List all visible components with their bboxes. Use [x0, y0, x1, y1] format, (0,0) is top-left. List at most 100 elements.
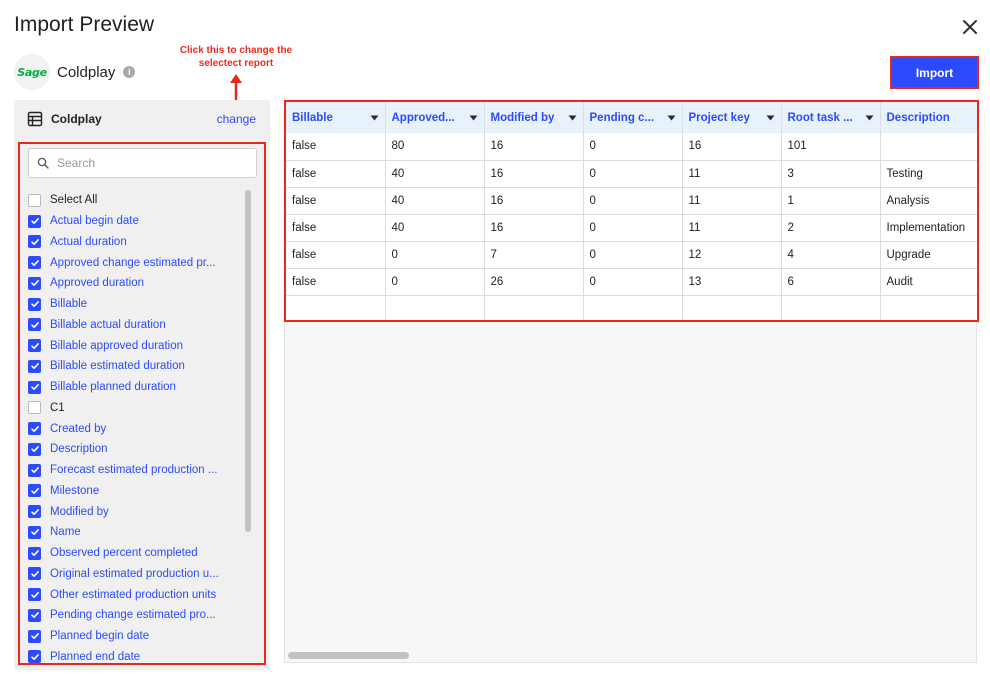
- table-cell[interactable]: [880, 133, 977, 161]
- field-item[interactable]: Created by: [28, 418, 243, 439]
- checkbox-checked[interactable]: [28, 442, 41, 456]
- field-item[interactable]: Select All: [28, 190, 243, 211]
- field-item[interactable]: Billable actual duration: [28, 315, 243, 336]
- scrollbar-thumb[interactable]: [245, 190, 251, 532]
- field-item[interactable]: Name: [28, 522, 243, 543]
- table-cell[interactable]: 12: [682, 241, 782, 269]
- field-item[interactable]: Milestone: [28, 481, 243, 502]
- field-item[interactable]: Actual begin date: [28, 211, 243, 232]
- checkbox-checked[interactable]: [28, 297, 41, 311]
- info-icon[interactable]: i: [123, 66, 136, 78]
- table-cell[interactable]: 40: [385, 214, 485, 242]
- checkbox-checked[interactable]: [28, 629, 41, 643]
- field-item[interactable]: Planned end date: [28, 647, 243, 663]
- field-list-scrollbar[interactable]: [244, 188, 252, 662]
- caret-down-icon[interactable]: [667, 115, 676, 121]
- checkbox-checked[interactable]: [28, 546, 41, 560]
- table-cell[interactable]: false: [286, 187, 386, 215]
- column-header[interactable]: Billable: [286, 102, 386, 133]
- table-cell[interactable]: 0: [385, 268, 485, 296]
- import-button[interactable]: Import: [892, 58, 977, 87]
- field-item[interactable]: Forecast estimated production ...: [28, 460, 243, 481]
- checkbox-checked[interactable]: [28, 463, 41, 477]
- checkbox-checked[interactable]: [28, 380, 41, 394]
- table-cell[interactable]: Audit: [880, 268, 977, 296]
- checkbox-checked[interactable]: [28, 525, 41, 539]
- table-cell[interactable]: 1: [781, 187, 881, 215]
- field-item[interactable]: Approved duration: [28, 273, 243, 294]
- checkbox-checked[interactable]: [28, 318, 41, 332]
- table-cell[interactable]: 16: [484, 187, 584, 215]
- checkbox-checked[interactable]: [28, 422, 41, 436]
- table-cell[interactable]: [682, 295, 782, 320]
- table-cell[interactable]: false: [286, 160, 386, 188]
- table-cell[interactable]: 16: [484, 160, 584, 188]
- field-item[interactable]: Billable planned duration: [28, 377, 243, 398]
- table-cell[interactable]: false: [286, 133, 386, 161]
- checkbox-checked[interactable]: [28, 214, 41, 228]
- table-cell[interactable]: Upgrade: [880, 241, 977, 269]
- column-header[interactable]: Modified by: [484, 102, 584, 133]
- checkbox-checked[interactable]: [28, 235, 41, 249]
- table-cell[interactable]: false: [286, 241, 386, 269]
- table-cell[interactable]: 0: [385, 241, 485, 269]
- checkbox-checked[interactable]: [28, 608, 41, 622]
- checkbox-checked[interactable]: [28, 588, 41, 602]
- checkbox-checked[interactable]: [28, 484, 41, 498]
- checkbox-checked[interactable]: [28, 567, 41, 581]
- checkbox-checked[interactable]: [28, 359, 41, 373]
- field-item[interactable]: C1: [28, 398, 243, 419]
- field-item[interactable]: Description: [28, 439, 243, 460]
- field-item[interactable]: Modified by: [28, 501, 243, 522]
- checkbox-checked[interactable]: [28, 505, 41, 519]
- horizontal-scrollbar[interactable]: [288, 652, 409, 659]
- table-cell[interactable]: [286, 295, 386, 320]
- checkbox-checked[interactable]: [28, 339, 41, 353]
- table-cell[interactable]: 101: [781, 133, 881, 161]
- field-item[interactable]: Billable: [28, 294, 243, 315]
- table-cell[interactable]: 7: [484, 241, 584, 269]
- table-cell[interactable]: Analysis: [880, 187, 977, 215]
- table-cell[interactable]: 11: [682, 214, 782, 242]
- table-cell[interactable]: 16: [484, 133, 584, 161]
- field-item[interactable]: Original estimated production u...: [28, 564, 243, 585]
- column-header[interactable]: Description: [880, 102, 977, 133]
- table-cell[interactable]: [880, 295, 977, 320]
- table-cell[interactable]: [781, 295, 881, 320]
- field-item[interactable]: Actual duration: [28, 232, 243, 253]
- field-item[interactable]: Billable approved duration: [28, 335, 243, 356]
- change-report-link[interactable]: change: [217, 112, 256, 126]
- column-header[interactable]: Approved...: [385, 102, 485, 133]
- table-cell[interactable]: 0: [583, 187, 683, 215]
- table-cell[interactable]: Implementation: [880, 214, 977, 242]
- table-cell[interactable]: [583, 295, 683, 320]
- checkbox-checked[interactable]: [28, 650, 41, 663]
- caret-down-icon[interactable]: [469, 115, 478, 121]
- field-item[interactable]: Billable estimated duration: [28, 356, 243, 377]
- column-header[interactable]: Project key: [682, 102, 782, 133]
- table-cell[interactable]: 0: [583, 214, 683, 242]
- table-cell[interactable]: [484, 295, 584, 320]
- search-input[interactable]: [57, 156, 247, 170]
- table-cell[interactable]: [385, 295, 485, 320]
- close-button[interactable]: [957, 14, 983, 40]
- field-item[interactable]: Pending change estimated pro...: [28, 605, 243, 626]
- table-cell[interactable]: 13: [682, 268, 782, 296]
- table-cell[interactable]: 3: [781, 160, 881, 188]
- table-cell[interactable]: 80: [385, 133, 485, 161]
- table-cell[interactable]: 40: [385, 160, 485, 188]
- checkbox-unchecked[interactable]: [28, 401, 41, 415]
- table-cell[interactable]: 16: [682, 133, 782, 161]
- column-header[interactable]: Root task ...: [781, 102, 881, 133]
- field-item[interactable]: Observed percent completed: [28, 543, 243, 564]
- table-cell[interactable]: 40: [385, 187, 485, 215]
- table-cell[interactable]: Testing: [880, 160, 977, 188]
- table-cell[interactable]: false: [286, 214, 386, 242]
- field-item[interactable]: Other estimated production units: [28, 584, 243, 605]
- table-cell[interactable]: 26: [484, 268, 584, 296]
- table-cell[interactable]: 0: [583, 268, 683, 296]
- table-cell[interactable]: 0: [583, 241, 683, 269]
- checkbox-checked[interactable]: [28, 276, 41, 290]
- table-cell[interactable]: 2: [781, 214, 881, 242]
- field-item[interactable]: Approved change estimated pr...: [28, 252, 243, 273]
